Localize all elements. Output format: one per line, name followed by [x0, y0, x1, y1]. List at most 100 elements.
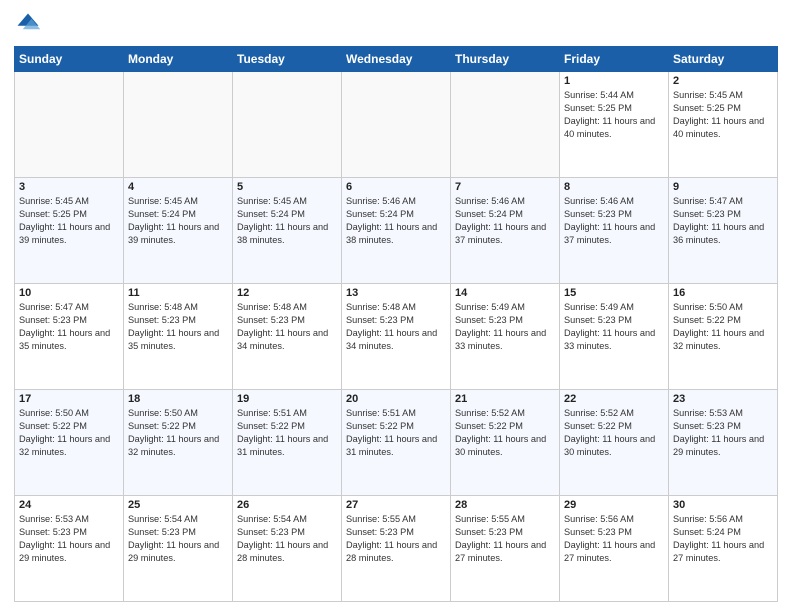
day-info: Sunrise: 5:48 AM Sunset: 5:23 PM Dayligh…	[237, 301, 337, 353]
day-info: Sunrise: 5:50 AM Sunset: 5:22 PM Dayligh…	[673, 301, 773, 353]
day-number: 2	[673, 75, 773, 87]
calendar-cell: 23 Sunrise: 5:53 AM Sunset: 5:23 PM Dayli…	[669, 390, 778, 496]
day-number: 14	[455, 287, 555, 299]
calendar-body: 1 Sunrise: 5:44 AM Sunset: 5:25 PM Daylig…	[15, 72, 778, 602]
day-info: Sunrise: 5:50 AM Sunset: 5:22 PM Dayligh…	[128, 407, 228, 459]
day-number: 27	[346, 499, 446, 511]
day-number: 5	[237, 181, 337, 193]
day-number: 13	[346, 287, 446, 299]
day-number: 25	[128, 499, 228, 511]
calendar-cell: 7 Sunrise: 5:46 AM Sunset: 5:24 PM Daylig…	[451, 178, 560, 284]
calendar-cell: 12 Sunrise: 5:48 AM Sunset: 5:23 PM Dayli…	[233, 284, 342, 390]
calendar-cell: 25 Sunrise: 5:54 AM Sunset: 5:23 PM Dayli…	[124, 496, 233, 602]
calendar-cell: 22Sunrise: 5:52 AM Sunset: 5:22 PM Dayli…	[560, 390, 669, 496]
day-number: 24	[19, 499, 119, 511]
calendar-cell: 11 Sunrise: 5:48 AM Sunset: 5:23 PM Dayli…	[124, 284, 233, 390]
calendar-cell	[342, 72, 451, 178]
weekday-header-sunday: Sunday	[15, 47, 124, 72]
calendar-cell: 1 Sunrise: 5:44 AM Sunset: 5:25 PM Daylig…	[560, 72, 669, 178]
day-info: Sunrise: 5:55 AM Sunset: 5:23 PM Dayligh…	[455, 513, 555, 565]
calendar-cell: 30 Sunrise: 5:56 AM Sunset: 5:24 PM Dayli…	[669, 496, 778, 602]
day-number: 28	[455, 499, 555, 511]
day-number: 26	[237, 499, 337, 511]
day-number: 10	[19, 287, 119, 299]
day-info: Sunrise: 5:54 AM Sunset: 5:23 PM Dayligh…	[128, 513, 228, 565]
calendar-cell	[124, 72, 233, 178]
day-info: Sunrise: 5:49 AM Sunset: 5:23 PM Dayligh…	[564, 301, 664, 353]
day-number: 11	[128, 287, 228, 299]
day-info: Sunrise: 5:45 AM Sunset: 5:25 PM Dayligh…	[673, 89, 773, 141]
calendar-cell: 5 Sunrise: 5:45 AM Sunset: 5:24 PM Daylig…	[233, 178, 342, 284]
calendar-cell	[233, 72, 342, 178]
day-number: 17	[19, 393, 119, 405]
day-number: 21	[455, 393, 555, 405]
day-number: 19	[237, 393, 337, 405]
calendar-header-row: SundayMondayTuesdayWednesdayThursdayFrid…	[15, 47, 778, 72]
calendar-cell: 6 Sunrise: 5:46 AM Sunset: 5:24 PM Daylig…	[342, 178, 451, 284]
day-number: 30	[673, 499, 773, 511]
day-number: 8	[564, 181, 664, 193]
calendar-week-4: 17 Sunrise: 5:50 AM Sunset: 5:22 PM Dayli…	[15, 390, 778, 496]
calendar-cell	[15, 72, 124, 178]
day-number: 23	[673, 393, 773, 405]
calendar-week-5: 24 Sunrise: 5:53 AM Sunset: 5:23 PM Dayli…	[15, 496, 778, 602]
weekday-header-friday: Friday	[560, 47, 669, 72]
calendar-cell: 14Sunrise: 5:49 AM Sunset: 5:23 PM Dayli…	[451, 284, 560, 390]
calendar-cell: 15 Sunrise: 5:49 AM Sunset: 5:23 PM Dayli…	[560, 284, 669, 390]
day-info: Sunrise: 5:53 AM Sunset: 5:23 PM Dayligh…	[19, 513, 119, 565]
calendar-cell: 18 Sunrise: 5:50 AM Sunset: 5:22 PM Dayli…	[124, 390, 233, 496]
day-number: 9	[673, 181, 773, 193]
day-info: Sunrise: 5:55 AM Sunset: 5:23 PM Dayligh…	[346, 513, 446, 565]
day-info: Sunrise: 5:45 AM Sunset: 5:24 PM Dayligh…	[128, 195, 228, 247]
calendar-cell: 20Sunrise: 5:51 AM Sunset: 5:22 PM Dayli…	[342, 390, 451, 496]
calendar-cell: 26Sunrise: 5:54 AM Sunset: 5:23 PM Dayli…	[233, 496, 342, 602]
day-number: 20	[346, 393, 446, 405]
day-number: 1	[564, 75, 664, 87]
day-number: 12	[237, 287, 337, 299]
day-info: Sunrise: 5:53 AM Sunset: 5:23 PM Dayligh…	[673, 407, 773, 459]
weekday-header-tuesday: Tuesday	[233, 47, 342, 72]
logo	[14, 10, 46, 38]
calendar-cell	[451, 72, 560, 178]
day-number: 18	[128, 393, 228, 405]
calendar-cell: 13 Sunrise: 5:48 AM Sunset: 5:23 PM Dayli…	[342, 284, 451, 390]
day-info: Sunrise: 5:45 AM Sunset: 5:24 PM Dayligh…	[237, 195, 337, 247]
day-number: 4	[128, 181, 228, 193]
calendar-cell: 29Sunrise: 5:56 AM Sunset: 5:23 PM Dayli…	[560, 496, 669, 602]
weekday-header-saturday: Saturday	[669, 47, 778, 72]
day-info: Sunrise: 5:48 AM Sunset: 5:23 PM Dayligh…	[346, 301, 446, 353]
logo-icon	[14, 10, 42, 38]
weekday-header-thursday: Thursday	[451, 47, 560, 72]
day-number: 15	[564, 287, 664, 299]
day-info: Sunrise: 5:46 AM Sunset: 5:24 PM Dayligh…	[346, 195, 446, 247]
day-info: Sunrise: 5:46 AM Sunset: 5:23 PM Dayligh…	[564, 195, 664, 247]
day-info: Sunrise: 5:46 AM Sunset: 5:24 PM Dayligh…	[455, 195, 555, 247]
day-info: Sunrise: 5:48 AM Sunset: 5:23 PM Dayligh…	[128, 301, 228, 353]
day-info: Sunrise: 5:47 AM Sunset: 5:23 PM Dayligh…	[673, 195, 773, 247]
calendar-week-1: 1 Sunrise: 5:44 AM Sunset: 5:25 PM Daylig…	[15, 72, 778, 178]
calendar-cell: 3 Sunrise: 5:45 AM Sunset: 5:25 PM Daylig…	[15, 178, 124, 284]
calendar-cell: 21 Sunrise: 5:52 AM Sunset: 5:22 PM Dayli…	[451, 390, 560, 496]
calendar-cell: 28 Sunrise: 5:55 AM Sunset: 5:23 PM Dayli…	[451, 496, 560, 602]
weekday-header-monday: Monday	[124, 47, 233, 72]
day-info: Sunrise: 5:52 AM Sunset: 5:22 PM Dayligh…	[455, 407, 555, 459]
day-number: 3	[19, 181, 119, 193]
day-number: 7	[455, 181, 555, 193]
day-number: 6	[346, 181, 446, 193]
calendar: SundayMondayTuesdayWednesdayThursdayFrid…	[14, 46, 778, 602]
calendar-cell: 19 Sunrise: 5:51 AM Sunset: 5:22 PM Dayli…	[233, 390, 342, 496]
calendar-cell: 27 Sunrise: 5:55 AM Sunset: 5:23 PM Dayli…	[342, 496, 451, 602]
page: SundayMondayTuesdayWednesdayThursdayFrid…	[0, 0, 792, 612]
calendar-cell: 2 Sunrise: 5:45 AM Sunset: 5:25 PM Daylig…	[669, 72, 778, 178]
day-info: Sunrise: 5:56 AM Sunset: 5:24 PM Dayligh…	[673, 513, 773, 565]
calendar-week-3: 10Sunrise: 5:47 AM Sunset: 5:23 PM Dayli…	[15, 284, 778, 390]
day-info: Sunrise: 5:45 AM Sunset: 5:25 PM Dayligh…	[19, 195, 119, 247]
calendar-cell: 9 Sunrise: 5:47 AM Sunset: 5:23 PM Daylig…	[669, 178, 778, 284]
day-info: Sunrise: 5:56 AM Sunset: 5:23 PM Dayligh…	[564, 513, 664, 565]
day-number: 22	[564, 393, 664, 405]
day-info: Sunrise: 5:44 AM Sunset: 5:25 PM Dayligh…	[564, 89, 664, 141]
calendar-week-2: 3 Sunrise: 5:45 AM Sunset: 5:25 PM Daylig…	[15, 178, 778, 284]
day-info: Sunrise: 5:51 AM Sunset: 5:22 PM Dayligh…	[237, 407, 337, 459]
calendar-cell: 10Sunrise: 5:47 AM Sunset: 5:23 PM Dayli…	[15, 284, 124, 390]
header	[14, 10, 778, 38]
